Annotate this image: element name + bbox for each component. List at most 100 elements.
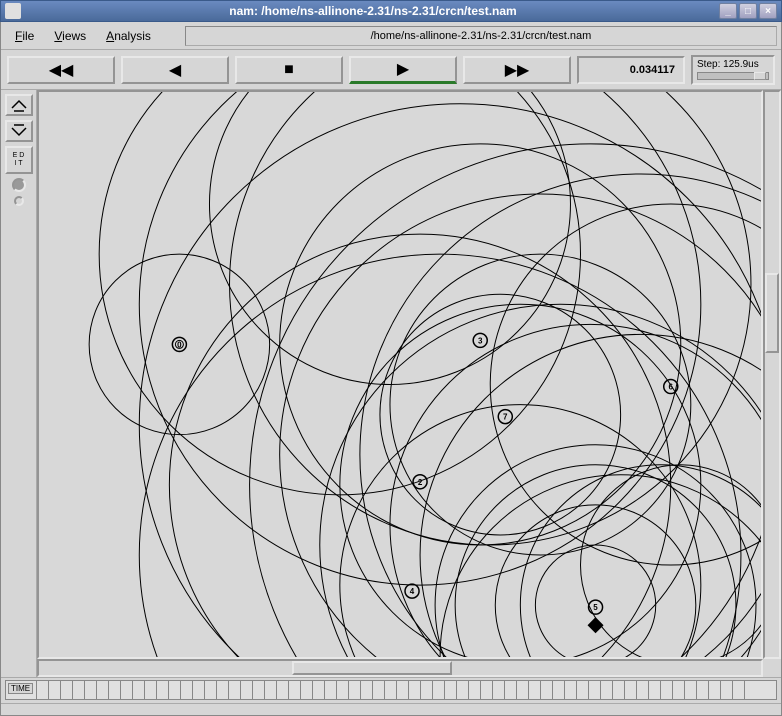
timeline-tick [396, 681, 397, 699]
timeline: TIME [1, 677, 781, 703]
node-label: 2 [418, 478, 423, 487]
timeline-tick [324, 681, 325, 699]
menu-views-rest: iews [62, 29, 86, 43]
timeline-tick [144, 681, 145, 699]
play-icon: ▶ [397, 59, 409, 79]
timeline-tick [684, 681, 685, 699]
menu-file-rest: ile [22, 29, 34, 43]
node-label: 6 [669, 383, 674, 392]
timeline-tick [132, 681, 133, 699]
fast-forward-icon: ▶▶ [505, 60, 530, 80]
step-thumb[interactable] [754, 72, 766, 80]
menu-analysis[interactable]: Analysis [96, 25, 161, 47]
minimize-button[interactable]: _ [719, 3, 737, 19]
menu-file[interactable]: File [5, 25, 44, 47]
node-6[interactable]: 6 [664, 380, 678, 394]
timeline-tick [252, 681, 253, 699]
main-area: E D I T 012345678 [1, 90, 781, 677]
step-back-button[interactable]: ◀ [121, 56, 229, 84]
timeline-tick [660, 681, 661, 699]
timeline-tick [504, 681, 505, 699]
timeline-tick [468, 681, 469, 699]
node-label: 4 [410, 587, 415, 596]
timeline-tick [720, 681, 721, 699]
step-back-icon: ◀ [169, 60, 181, 80]
close-button[interactable]: × [759, 3, 777, 19]
timeline-tick [636, 681, 637, 699]
maximize-button[interactable]: □ [739, 3, 757, 19]
timeline-tick [348, 681, 349, 699]
range-circle [139, 92, 701, 585]
node-2[interactable]: 2 [413, 475, 427, 489]
timeline-tick [240, 681, 241, 699]
horizontal-scrollbar[interactable] [37, 659, 763, 677]
zoom-out-button[interactable] [5, 120, 33, 142]
vertical-scrollbar[interactable] [763, 90, 781, 659]
timeline-tick [312, 681, 313, 699]
timeline-tick [480, 681, 481, 699]
timeline-tick [96, 681, 97, 699]
timeline-track[interactable]: TIME [5, 680, 777, 700]
timeline-tick [216, 681, 217, 699]
timeline-tick [288, 681, 289, 699]
simulation-canvas[interactable]: 012345678 [37, 90, 763, 659]
node-5[interactable]: 5 [589, 600, 603, 614]
window-controls: _ □ × [719, 3, 777, 19]
timeline-tick [492, 681, 493, 699]
node-label: 5 [593, 603, 598, 612]
timeline-tick [708, 681, 709, 699]
timeline-tick [108, 681, 109, 699]
vscroll-thumb[interactable] [765, 273, 779, 353]
left-panel: E D I T [1, 90, 37, 677]
step-slider[interactable] [697, 72, 769, 80]
timeline-tick [408, 681, 409, 699]
simulation-svg: 012345678 [39, 92, 761, 657]
timeline-tick [84, 681, 85, 699]
node-0[interactable]: 0 [172, 337, 186, 351]
zoom-in-button[interactable] [5, 94, 33, 116]
timeline-tick [744, 681, 745, 699]
timeline-tick [612, 681, 613, 699]
path-input[interactable] [185, 26, 777, 46]
menu-views[interactable]: Views [44, 25, 96, 47]
menubar: File Views Analysis [1, 22, 781, 50]
menu-analysis-rest: nalysis [114, 29, 151, 43]
rewind-button[interactable]: ◀◀ [7, 56, 115, 84]
timeline-tick [276, 681, 277, 699]
edit-button[interactable]: E D I T [5, 146, 33, 174]
hscroll-thumb[interactable] [292, 661, 452, 675]
stop-icon: ■ [284, 61, 294, 79]
radio-1[interactable] [12, 178, 26, 192]
app-body: File Views Analysis ◀◀ ◀ ■ ▶ ▶▶ 0.034117… [0, 22, 782, 716]
window-title: nam: /home/ns-allinone-2.31/ns-2.31/crcn… [27, 4, 719, 18]
node-7[interactable]: 7 [498, 410, 512, 424]
timeline-tick [168, 681, 169, 699]
packet-marker [588, 617, 604, 633]
timeline-tick [540, 681, 541, 699]
radio-2[interactable] [14, 196, 24, 206]
node-4[interactable]: 4 [405, 584, 419, 598]
node-3[interactable]: 3 [473, 333, 487, 347]
timeline-tick [336, 681, 337, 699]
node-label: 7 [503, 413, 508, 422]
titlebar[interactable]: nam: /home/ns-allinone-2.31/ns-2.31/crcn… [0, 0, 782, 22]
timeline-tick [372, 681, 373, 699]
timeline-tick [420, 681, 421, 699]
timeline-tick [648, 681, 649, 699]
range-circle [209, 92, 570, 385]
fast-forward-button[interactable]: ▶▶ [463, 56, 571, 84]
range-circle [380, 294, 621, 535]
timeline-tick [576, 681, 577, 699]
zoom-in-icon [10, 98, 28, 112]
canvas-wrap: 012345678 [37, 90, 781, 677]
timeline-tick [564, 681, 565, 699]
timeline-tick [384, 681, 385, 699]
range-circle [139, 254, 741, 657]
stop-button[interactable]: ■ [235, 56, 343, 84]
range-circle [520, 465, 761, 657]
timeline-tick [204, 681, 205, 699]
timeline-tick [180, 681, 181, 699]
rewind-icon: ◀◀ [49, 60, 74, 80]
play-button[interactable]: ▶ [349, 56, 457, 84]
node-label: 3 [478, 336, 483, 345]
